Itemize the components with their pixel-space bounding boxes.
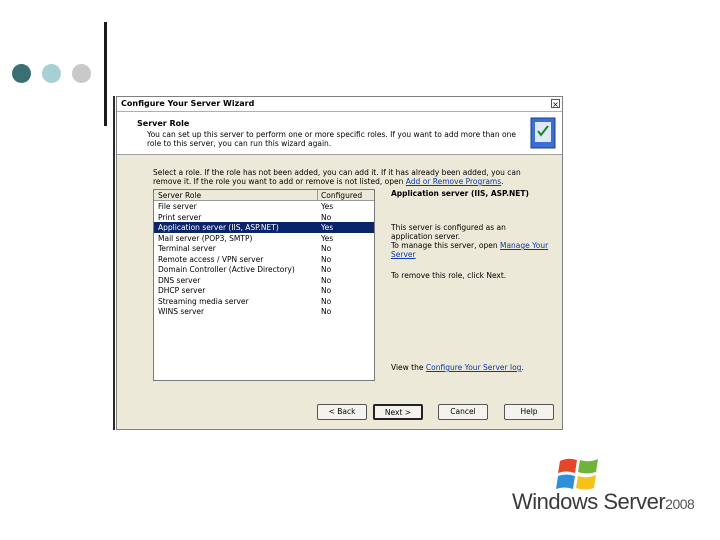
configured-value: No	[321, 296, 332, 306]
decorative-dot-dark	[12, 64, 31, 83]
title-bar: Configure Your Server Wizard ×	[117, 97, 562, 112]
role-name: Application server (IIS, ASP.NET)	[158, 223, 279, 232]
table-row[interactable]: DHCP server No	[154, 285, 374, 296]
role-name: Terminal server	[158, 244, 216, 253]
table-row[interactable]: Terminal server No	[154, 243, 374, 254]
configured-value: No	[321, 307, 332, 316]
page-description: You can set up this server to perform on…	[147, 130, 516, 148]
role-name: Domain Controller (Active Directory)	[158, 265, 295, 274]
close-button[interactable]: ×	[551, 99, 560, 109]
wizard-header: Server Role You can set up this server t…	[117, 112, 562, 155]
table-row[interactable]: DNS server No	[154, 275, 374, 286]
button-row: < Back Next > Cancel Help	[117, 404, 562, 421]
configured-value: No	[321, 244, 332, 253]
log-link-line: View the Configure Your Server log.	[391, 363, 524, 372]
decorative-dot-light	[42, 64, 61, 83]
manage-text: To manage this server, open Manage Your …	[391, 241, 549, 259]
logo-main-text: Windows Server	[512, 489, 666, 514]
table-row[interactable]: File server Yes	[154, 201, 374, 212]
role-name: Remote access / VPN server	[158, 254, 264, 264]
role-name: DHCP server	[158, 286, 206, 295]
configured-value: Yes	[321, 233, 334, 243]
role-name: DNS server	[158, 275, 201, 285]
configured-value: No	[321, 286, 332, 295]
role-name: Mail server (POP3, SMTP)	[158, 233, 253, 243]
table-row[interactable]: Print server No	[154, 212, 374, 223]
table-row[interactable]: Mail server (POP3, SMTP) Yes	[154, 233, 374, 244]
configured-text: This server is configured as an applicat…	[391, 223, 506, 241]
next-button[interactable]: Next >	[373, 404, 423, 420]
configured-value: No	[321, 265, 332, 274]
role-name: Print server	[158, 212, 202, 222]
role-name: WINS server	[158, 307, 205, 316]
server-role-list[interactable]: Server Role Configured File server Yes Pri…	[153, 189, 375, 381]
configured-value: No	[321, 212, 332, 222]
add-remove-programs-link[interactable]: Add or Remove Programs	[406, 177, 501, 186]
configured-value: No	[321, 254, 332, 264]
table-row[interactable]: Domain Controller (Active Directory) No	[154, 264, 374, 275]
role-name: File server	[158, 202, 197, 211]
help-button[interactable]: Help	[504, 404, 554, 420]
back-button[interactable]: < Back	[317, 404, 367, 420]
page-title: Server Role	[137, 119, 190, 128]
windows-flag-icon	[556, 458, 598, 490]
decorative-dot-gray	[72, 64, 91, 83]
log-prefix: View the	[391, 363, 424, 372]
decorative-vertical-line-2	[113, 96, 115, 430]
manage-prefix: To manage this server, open	[391, 241, 498, 250]
configure-server-wizard-window: Configure Your Server Wizard × Server Ro…	[116, 96, 563, 430]
configured-value: No	[321, 275, 332, 285]
column-header-configured[interactable]: Configured	[321, 191, 362, 200]
decorative-vertical-line	[104, 22, 107, 126]
table-row[interactable]: Streaming media server No	[154, 296, 374, 307]
table-row[interactable]: WINS server No	[154, 306, 374, 317]
configured-value: Yes	[321, 223, 334, 232]
windows-server-2008-logo: Windows Server2008	[512, 455, 695, 517]
details-title: Application server (IIS, ASP.NET)	[391, 189, 529, 198]
column-divider[interactable]	[317, 190, 318, 200]
logo-text: Windows Server2008	[512, 489, 695, 515]
log-suffix: .	[521, 363, 524, 372]
configured-value: Yes	[321, 202, 334, 211]
server-checklist-icon	[530, 117, 556, 149]
logo-version: 2008	[665, 496, 695, 512]
configure-server-log-link[interactable]: Configure Your Server log	[426, 363, 522, 372]
role-name: Streaming media server	[158, 296, 249, 306]
column-header-server-role[interactable]: Server Role	[158, 191, 201, 200]
window-title: Configure Your Server Wizard	[121, 99, 255, 108]
table-row[interactable]: Remote access / VPN server No	[154, 254, 374, 265]
instructions-text: Select a role. If the role has not been …	[153, 168, 533, 186]
table-header: Server Role Configured	[154, 190, 374, 201]
cancel-button[interactable]: Cancel	[438, 404, 488, 420]
table-row[interactable]: Application server (IIS, ASP.NET) Yes	[154, 222, 374, 233]
instructions-end: .	[501, 177, 504, 186]
remove-text: To remove this role, click Next.	[391, 271, 507, 280]
role-details-panel: Application server (IIS, ASP.NET) This s…	[391, 189, 551, 381]
